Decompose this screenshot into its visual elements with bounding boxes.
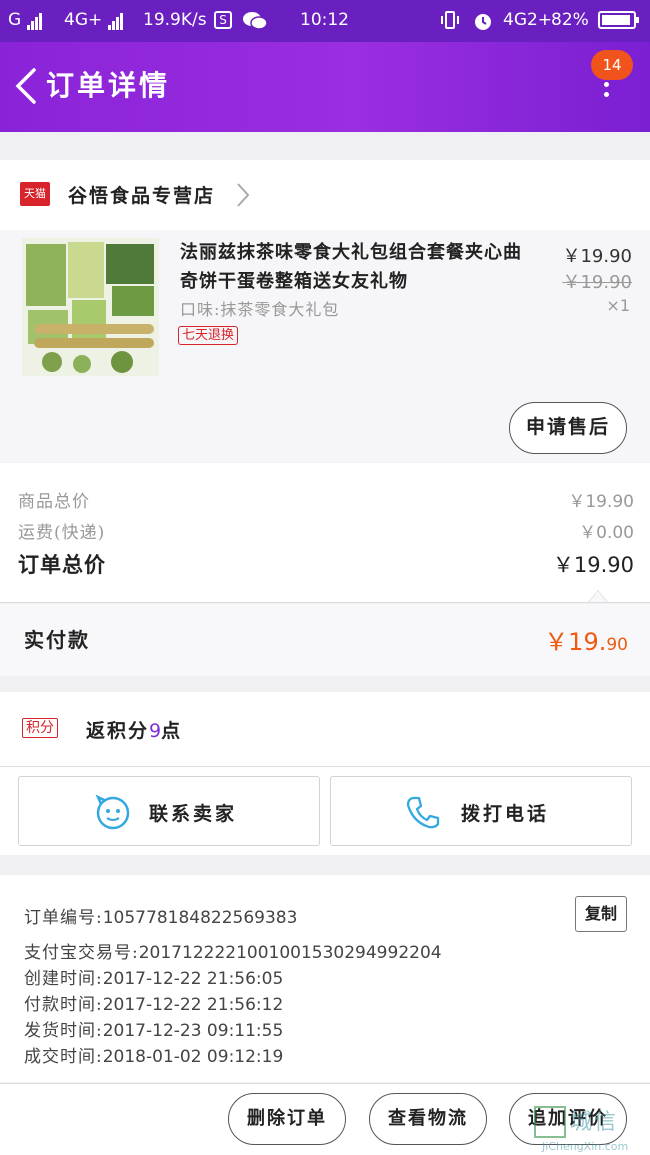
vibrate-icon bbox=[440, 10, 460, 35]
network-indicator-right: 4G2+ bbox=[503, 10, 553, 30]
closed-time-row: 成交时间:2018-01-02 09:12:19 bbox=[24, 1047, 284, 1067]
order-total-label: 订单总价 bbox=[18, 552, 106, 577]
product-original-price: ￥19.90 bbox=[562, 272, 632, 293]
product-item[interactable]: 法丽兹抹茶味零食大礼包组合套餐夹心曲奇饼干蛋卷整箱送女友礼物 口味:抹茶零食大礼… bbox=[0, 230, 650, 462]
message-count-badge: 14 bbox=[591, 50, 633, 80]
goods-total-row: 商品总价 ￥19.90 bbox=[18, 487, 634, 512]
created-time-row: 创建时间:2017-12-22 21:56:05 bbox=[24, 969, 284, 989]
product-title[interactable]: 法丽兹抹茶味零食大礼包组合套餐夹心曲奇饼干蛋卷整箱送女友礼物 bbox=[180, 238, 530, 296]
phone-icon bbox=[406, 796, 440, 829]
goods-total-label: 商品总价 bbox=[18, 492, 90, 512]
battery-icon bbox=[598, 10, 639, 30]
order-number-row: 订单编号:105778184822569383 bbox=[24, 908, 298, 928]
delete-order-button[interactable]: 删除订单 bbox=[228, 1093, 346, 1145]
price-summary: 商品总价 ￥19.90 运费(快递) ￥0.00 订单总价 ￥19.90 bbox=[0, 463, 650, 603]
watermark-logo-icon bbox=[534, 1106, 566, 1138]
alipay-trade-number: 2017122221001001530294992204 bbox=[138, 943, 442, 963]
product-thumbnail[interactable] bbox=[22, 238, 159, 376]
contact-buttons: 联系卖家 拨打电话 bbox=[0, 767, 650, 855]
shipping-row: 运费(快递) ￥0.00 bbox=[18, 518, 634, 543]
call-phone-button[interactable]: 拨打电话 bbox=[330, 776, 632, 846]
actual-payment-label: 实付款 bbox=[24, 628, 90, 652]
shipping-label: 运费(快递) bbox=[18, 523, 106, 543]
copy-order-number-button[interactable]: 复制 bbox=[575, 896, 627, 932]
shipped-time-row: 发货时间:2017-12-23 09:11:55 bbox=[24, 1021, 284, 1041]
points-badge: 积分 bbox=[22, 718, 58, 738]
network-indicator-left: G bbox=[8, 10, 43, 30]
contact-seller-button[interactable]: 联系卖家 bbox=[18, 776, 320, 846]
order-total-value: ￥19.90 bbox=[552, 553, 634, 577]
store-row[interactable]: 天猫 谷悟食品专营店 bbox=[0, 160, 650, 230]
wechat-icon bbox=[242, 10, 268, 37]
clock: 10:12 bbox=[300, 10, 349, 30]
tmall-logo-icon: 天猫 bbox=[20, 182, 50, 206]
product-price: ￥19.90 bbox=[562, 246, 632, 267]
back-arrow-icon[interactable] bbox=[12, 66, 42, 106]
network-indicator-mid: 4G+ bbox=[64, 10, 124, 30]
product-spec: 口味:抹茶零食大礼包 bbox=[180, 300, 340, 319]
product-quantity: ×1 bbox=[606, 296, 630, 315]
shipping-value: ￥0.00 bbox=[579, 523, 634, 543]
pointer-caret bbox=[588, 590, 608, 602]
net-speed: 19.9K/s bbox=[143, 10, 207, 30]
app-s-icon: S bbox=[214, 10, 232, 30]
goods-total-value: ￥19.90 bbox=[568, 492, 634, 512]
page-title: 订单详情 bbox=[46, 69, 171, 102]
chat-face-icon bbox=[95, 794, 130, 830]
order-info: 订单编号:105778184822569383 复制 支付宝交易号:201712… bbox=[0, 875, 650, 1082]
order-number: 105778184822569383 bbox=[102, 908, 298, 928]
apply-after-sale-button[interactable]: 申请售后 bbox=[509, 402, 627, 454]
contact-seller-label: 联系卖家 bbox=[149, 803, 238, 825]
divider bbox=[0, 602, 650, 603]
store-name[interactable]: 谷悟食品专营店 bbox=[68, 181, 215, 208]
alipay-trade-row: 支付宝交易号:2017122221001001530294992204 bbox=[24, 943, 442, 963]
battery-percent: 82% bbox=[551, 10, 589, 30]
paid-time-row: 付款时间:2017-12-22 21:56:12 bbox=[24, 995, 284, 1015]
app-header: 订单详情 14 bbox=[0, 42, 650, 132]
actual-payment-row: 实付款 ￥19.90 bbox=[0, 604, 650, 676]
points-row: 积分 返积分9点 bbox=[0, 692, 650, 766]
alarm-icon bbox=[472, 10, 494, 37]
site-watermark-logo: 城信 JiChengXin.com bbox=[532, 1100, 650, 1155]
view-logistics-button[interactable]: 查看物流 bbox=[369, 1093, 487, 1145]
more-options-icon[interactable] bbox=[596, 82, 616, 108]
signal-icon bbox=[107, 10, 124, 30]
seven-day-return-badge: 七天退换 bbox=[178, 326, 239, 345]
actual-payment-value: ￥19.90 bbox=[544, 628, 628, 656]
signal-icon bbox=[26, 10, 43, 30]
chevron-right-icon bbox=[237, 183, 250, 207]
points-text: 返积分9点 bbox=[86, 720, 183, 742]
order-total-row: 订单总价 ￥19.90 bbox=[18, 549, 634, 579]
call-phone-label: 拨打电话 bbox=[461, 803, 550, 825]
status-bar: G 4G+ 19.9K/s S 10:12 4G2+ 82% bbox=[0, 0, 650, 42]
